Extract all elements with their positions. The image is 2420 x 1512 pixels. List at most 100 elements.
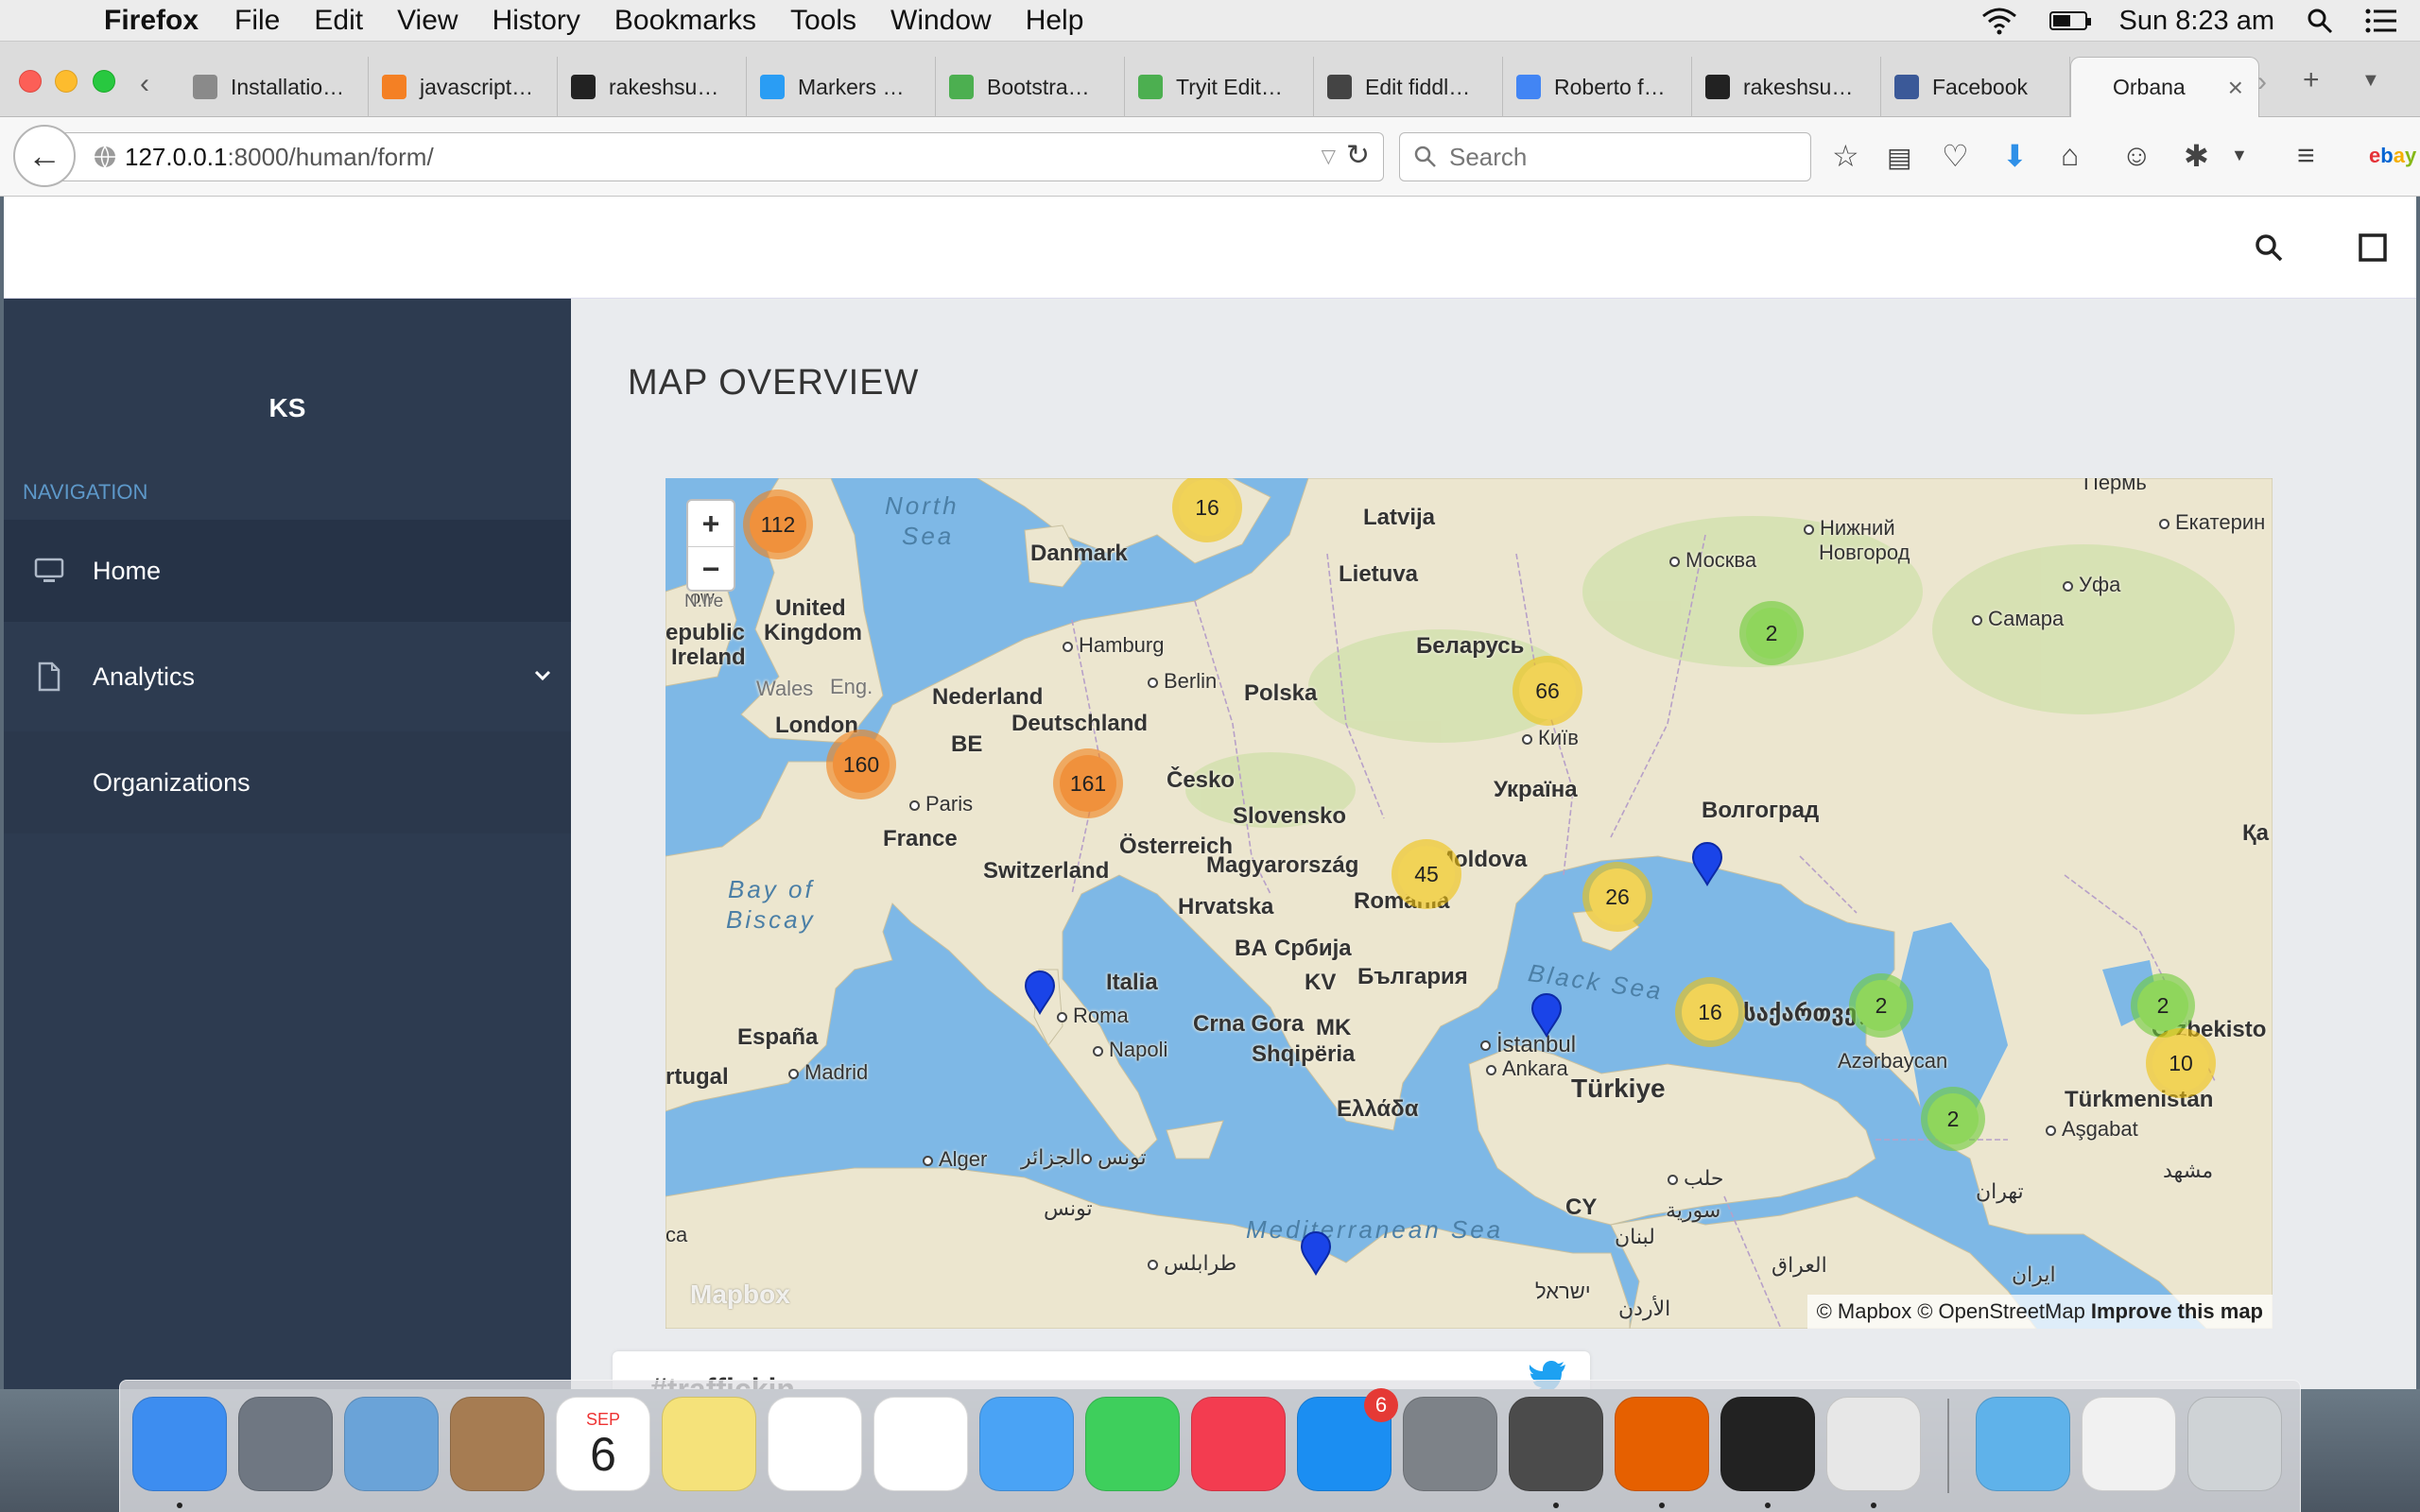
bookmark-star-icon[interactable]: ☆	[1832, 138, 1859, 174]
zoom-in-button[interactable]: +	[688, 501, 734, 546]
mapbox-logo[interactable]: Mapbox	[690, 1280, 790, 1310]
tab-tryit-editor[interactable]: Tryit Edit…	[1125, 57, 1314, 117]
spotlight-search-icon[interactable]	[2307, 8, 2333, 34]
url-bar[interactable]: 127.0.0.1:8000/human/form/ ▽ ↻	[60, 132, 1384, 181]
marker-cluster[interactable]: 10	[2146, 1028, 2216, 1098]
home-icon[interactable]: ⌂	[2061, 138, 2079, 173]
back-button[interactable]: ←	[13, 125, 76, 187]
chat-icon[interactable]: ☺	[2121, 138, 2152, 173]
extension-bug-icon[interactable]: ✱	[2184, 138, 2209, 174]
wifi-icon[interactable]	[1981, 7, 2017, 35]
folder-icon[interactable]	[1976, 1397, 2070, 1491]
sidebar-item-home[interactable]: Home	[4, 520, 571, 622]
messages-icon[interactable]	[979, 1397, 1074, 1491]
marker-cluster[interactable]: 161	[1053, 748, 1123, 818]
menu-edit[interactable]: Edit	[314, 5, 363, 37]
tab-rakeshsu-2[interactable]: rakeshsu…	[1692, 57, 1881, 117]
fullscreen-icon[interactable]	[2358, 232, 2388, 263]
tab-orbana-active[interactable]: Orbana ×	[2070, 57, 2259, 117]
map-label: Уфа	[2063, 573, 2120, 597]
search-icon[interactable]	[2254, 232, 2284, 263]
window-zoom-button[interactable]	[93, 70, 115, 93]
system-preferences-icon[interactable]	[1403, 1397, 1497, 1491]
trash-icon[interactable]	[2187, 1397, 2282, 1491]
tab-edit-fiddle[interactable]: Edit fiddl…	[1314, 57, 1503, 117]
notification-center-icon[interactable]	[2365, 9, 2397, 33]
menu-clock[interactable]: Sun 8:23 am	[2119, 6, 2274, 37]
tab-bootstrap[interactable]: Bootstra…	[936, 57, 1125, 117]
menu-tools[interactable]: Tools	[790, 5, 856, 37]
search-bar[interactable]: Search	[1399, 132, 1811, 181]
contacts-icon[interactable]	[450, 1397, 544, 1491]
tabs-scroll-right-icon[interactable]: ›	[2257, 66, 2267, 98]
reload-icon[interactable]: ↻	[1346, 139, 1370, 172]
menu-file[interactable]: File	[234, 5, 280, 37]
launchpad-icon[interactable]	[238, 1397, 333, 1491]
marker-cluster[interactable]: 112	[743, 490, 813, 559]
calendar-icon[interactable]: SEP 6	[556, 1397, 650, 1491]
url-dropdown-icon[interactable]: ▽	[1322, 145, 1336, 168]
marker-cluster[interactable]: 2	[1849, 973, 1913, 1038]
window-minimize-button[interactable]	[55, 70, 78, 93]
tab-rakeshsu-1[interactable]: rakeshsu…	[558, 57, 747, 117]
tabs-scroll-left-icon[interactable]: ‹	[140, 68, 149, 100]
tab-facebook[interactable]: Facebook	[1881, 57, 2070, 117]
map-pin-icon[interactable]	[1530, 992, 1564, 1038]
marker-cluster[interactable]: 26	[1582, 862, 1652, 932]
map-pin-icon[interactable]	[1299, 1230, 1333, 1276]
marker-cluster[interactable]: 160	[826, 730, 896, 799]
menu-bookmarks[interactable]: Bookmarks	[614, 5, 756, 37]
sidebar-item-analytics[interactable]: Analytics	[4, 626, 571, 728]
tab-installation[interactable]: Installatio…	[180, 57, 369, 117]
menu-view[interactable]: View	[397, 5, 458, 37]
map-pin-icon[interactable]	[1690, 841, 1724, 886]
firefox-icon[interactable]	[1615, 1397, 1709, 1491]
marker-cluster[interactable]: 2	[1921, 1087, 1985, 1151]
marker-cluster[interactable]: 16	[1675, 977, 1745, 1047]
sublime-text-icon[interactable]	[1509, 1397, 1603, 1491]
notes-icon[interactable]	[662, 1397, 756, 1491]
map-base-layer[interactable]	[666, 478, 2273, 1329]
window-close-button[interactable]	[19, 70, 42, 93]
sidebar-item-organizations[interactable]: Organizations	[4, 731, 571, 833]
zoom-out-button[interactable]: −	[688, 546, 734, 592]
app-store-icon[interactable]: 6	[1297, 1388, 1398, 1491]
improve-map-link[interactable]: Improve this map	[2091, 1299, 2263, 1324]
terminal-icon[interactable]	[1720, 1397, 1815, 1491]
menu-history[interactable]: History	[493, 5, 580, 37]
tab-close-icon[interactable]: ×	[2228, 73, 2243, 103]
mail-icon[interactable]	[344, 1397, 439, 1491]
new-tab-icon[interactable]: +	[2303, 64, 2320, 96]
reminders-icon[interactable]	[768, 1397, 862, 1491]
menu-help[interactable]: Help	[1026, 5, 1084, 37]
ebay-icon[interactable]: ebay	[2369, 144, 2416, 168]
menu-app-name[interactable]: Firefox	[104, 5, 199, 37]
tab-markers[interactable]: Markers …	[747, 57, 936, 117]
downloads-icon[interactable]: ⬇	[2002, 138, 2028, 174]
list-all-tabs-icon[interactable]: ▼	[2361, 70, 2380, 92]
tab-javascript[interactable]: javascript…	[369, 57, 558, 117]
facetime-icon[interactable]	[1085, 1397, 1180, 1491]
pocket-icon[interactable]: ♡	[1942, 138, 1969, 174]
itunes-icon[interactable]	[1191, 1397, 1286, 1491]
menu-window[interactable]: Window	[890, 5, 992, 37]
map-widget[interactable]: North Sea Danmark Latvija Lietuva Москва…	[666, 478, 2273, 1329]
battery-icon[interactable]	[2048, 11, 2091, 30]
brand-logo[interactable]: KS	[4, 393, 571, 423]
chevron-down-icon[interactable]	[533, 669, 552, 682]
attribution-osm-link[interactable]: © OpenStreetMap	[1917, 1299, 2085, 1324]
map-label: Србија	[1274, 936, 1352, 961]
hamburger-menu-icon[interactable]: ≡	[2297, 138, 2315, 173]
photos-icon[interactable]	[873, 1397, 968, 1491]
marker-cluster[interactable]: 66	[1512, 656, 1582, 726]
marker-cluster[interactable]: 45	[1392, 839, 1461, 909]
tab-roberto[interactable]: Roberto f…	[1503, 57, 1692, 117]
python-launcher-icon[interactable]	[1826, 1397, 1921, 1491]
extension-dropdown-icon[interactable]: ▼	[2231, 146, 2248, 165]
downloads-stack-icon[interactable]	[2082, 1397, 2176, 1491]
map-pin-icon[interactable]	[1023, 970, 1057, 1015]
finder-icon[interactable]	[132, 1397, 227, 1491]
attribution-mapbox-link[interactable]: © Mapbox	[1817, 1299, 1912, 1324]
marker-cluster[interactable]: 2	[1739, 601, 1804, 665]
reading-list-icon[interactable]: ▤	[1887, 142, 1911, 173]
